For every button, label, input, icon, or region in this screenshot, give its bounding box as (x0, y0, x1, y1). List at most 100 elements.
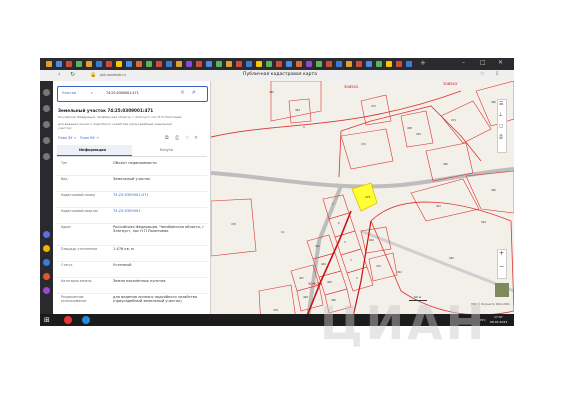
reload-icon[interactable]: ↻ (70, 71, 75, 78)
parcel-info-panel: Участки ▾ 74:25:0309001:471 × ⌕ Земельны… (53, 81, 211, 326)
tab-favicon-icon[interactable] (96, 61, 102, 67)
close-icon[interactable]: × (194, 135, 198, 141)
basemap-thumbnail[interactable] (495, 283, 509, 297)
tab-favicon-icon[interactable] (316, 61, 322, 67)
lot-number: 490 (269, 91, 274, 94)
plan-kk-link[interactable]: План КК → (80, 136, 99, 140)
map-canvas[interactable] (211, 81, 514, 326)
select-icon[interactable]: ◻ (499, 123, 503, 129)
tab-favicon-icon[interactable] (236, 61, 242, 67)
plan-zu-link[interactable]: План ЗУ → (58, 136, 76, 140)
search-type-label[interactable]: Участки (62, 91, 76, 95)
ruler-icon[interactable]: ⟂ (499, 112, 502, 118)
tab-favicon-icon[interactable] (366, 61, 372, 67)
new-tab-icon[interactable]: + (420, 59, 426, 67)
tab-favicon-icon[interactable] (176, 61, 182, 67)
close-icon[interactable]: ✕ (498, 59, 503, 66)
tab-favicon-icon[interactable] (356, 61, 362, 67)
tab-favicon-icon[interactable] (86, 61, 92, 67)
field-row: Кадастровый номер 74:25:0309001:471 (57, 191, 207, 208)
tab-favicon-icon[interactable] (336, 61, 342, 67)
tab-favicon-icon[interactable] (326, 61, 332, 67)
sidebar-app-icon[interactable] (43, 287, 50, 294)
tab-favicon-icon[interactable] (376, 61, 382, 67)
tab-services[interactable]: Услуги (132, 145, 207, 155)
tab-favicon-icon[interactable] (216, 61, 222, 67)
tab-favicon-icon[interactable] (396, 61, 402, 67)
tab-favicon-icon[interactable] (66, 61, 72, 67)
sidebar-app-icon[interactable] (43, 231, 50, 238)
yandex-browser-icon[interactable] (64, 316, 72, 324)
tab-favicon-icon[interactable] (46, 61, 52, 67)
minimize-icon[interactable]: – (462, 59, 465, 66)
search-icon[interactable]: ⌕ (192, 88, 196, 97)
cadastral-map[interactable]: 308502 309001 308502 471 4 10 7 6 5 3 2 … (211, 81, 514, 326)
tab-favicon-icon[interactable] (206, 61, 212, 67)
browser-tab-bar: + – □ ✕ (40, 58, 514, 70)
tab-favicon-icon[interactable] (76, 61, 82, 67)
tab-favicon-icon[interactable] (106, 61, 112, 67)
tab-favicon-icon[interactable] (296, 61, 302, 67)
tab-favicon-icon[interactable] (186, 61, 192, 67)
watermark: ЦИАН (320, 296, 488, 350)
cadastral-number-link[interactable]: 74:25:0309001:471 (113, 193, 205, 197)
layers-icon[interactable]: ☰ (499, 101, 503, 107)
tab-favicon-icon[interactable] (136, 61, 142, 67)
tab-favicon-icon[interactable] (196, 61, 202, 67)
tab-favicon-icon[interactable] (166, 61, 172, 67)
tab-favicon-icon[interactable] (266, 61, 272, 67)
tab-favicon-icon[interactable] (306, 61, 312, 67)
lot-number: 486 (491, 101, 496, 104)
tab-favicon-icon[interactable] (226, 61, 232, 67)
url-text[interactable]: pkk.rosreestr.ru (100, 73, 126, 77)
lot-number: 482 (449, 257, 454, 260)
chevron-down-icon[interactable]: ▾ (91, 91, 93, 95)
clear-icon[interactable]: × (180, 89, 185, 96)
tab-favicon-icon[interactable] (276, 61, 282, 67)
edge-icon[interactable] (82, 316, 90, 324)
field-value: Земельный участок (113, 177, 151, 181)
search-box: Участки ▾ 74:25:0309001:471 × ⌕ (57, 86, 208, 102)
browser-window: + – □ ✕ ‹ ↻ 🔒 pkk.rosreestr.ru Публичная… (40, 58, 514, 326)
field-label: Статус (61, 263, 73, 267)
lot-number: 6 (338, 222, 340, 225)
maximize-icon[interactable]: □ (480, 59, 486, 66)
tab-favicon-icon[interactable] (406, 61, 412, 67)
clock-date: 08.03.2023 (490, 320, 508, 324)
field-value: 1 476 кв. м (113, 247, 134, 251)
download-icon[interactable]: ⇩ (495, 71, 499, 77)
bookmark-icon[interactable]: ☆ (480, 71, 484, 77)
print-icon[interactable]: ⎙ (175, 135, 179, 141)
favorite-icon[interactable]: ☆ (185, 135, 189, 141)
sidebar-app-icon[interactable] (43, 245, 50, 252)
sidebar-app-icon[interactable] (43, 273, 50, 280)
sidebar-app-icon[interactable] (43, 259, 50, 266)
sidebar-app-icon[interactable] (43, 137, 50, 144)
tab-favicon-icon[interactable] (286, 61, 292, 67)
tab-favicon-icon[interactable] (146, 61, 152, 67)
tab-favicon-icon[interactable] (126, 61, 132, 67)
start-icon[interactable]: ⊞ (44, 316, 50, 324)
lot-number: 492 (397, 271, 402, 274)
back-icon[interactable]: ‹ (58, 71, 60, 78)
tab-info[interactable]: Информация (57, 145, 132, 156)
share-icon[interactable]: ⧉ (165, 135, 169, 141)
field-value: Объект недвижимости (113, 161, 157, 165)
tab-favicon-icon[interactable] (256, 61, 262, 67)
print-icon[interactable]: ⎙ (499, 134, 503, 140)
tab-favicon-icon[interactable] (156, 61, 162, 67)
tab-favicon-icon[interactable] (56, 61, 62, 67)
tab-favicon-icon[interactable] (346, 61, 352, 67)
sidebar-app-icon[interactable] (43, 121, 50, 128)
sidebar-app-icon[interactable] (43, 89, 50, 96)
search-input[interactable]: 74:25:0309001:471 (106, 91, 139, 95)
field-row: Адрес Российская Федерация, Челябинская о… (57, 223, 207, 246)
tab-favicon-icon[interactable] (386, 61, 392, 67)
sidebar-app-icon[interactable] (43, 153, 50, 160)
tab-favicon-icon[interactable] (246, 61, 252, 67)
sidebar-app-icon[interactable] (43, 105, 50, 112)
zoom-out-button[interactable]: − (499, 263, 504, 270)
cadastral-quarter-link[interactable]: 74:25:0309001 (113, 209, 205, 213)
zoom-in-button[interactable]: + (499, 250, 504, 257)
tab-favicon-icon[interactable] (116, 61, 122, 67)
